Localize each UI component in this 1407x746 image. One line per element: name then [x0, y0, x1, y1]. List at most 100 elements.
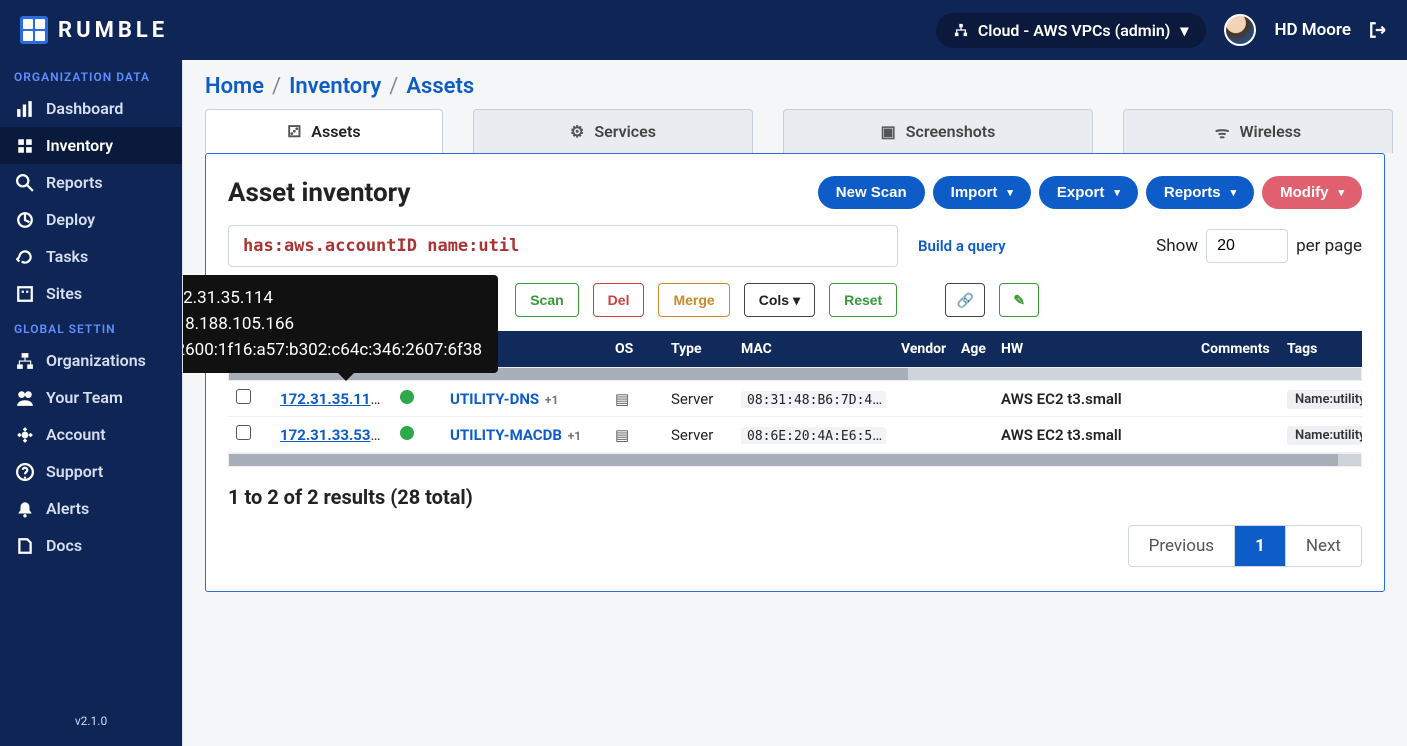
main-content: Home/Inventory/Assets ⚂Assets ⚙ Services ▣S…	[182, 60, 1407, 746]
sidebar-item-label: Your Team	[46, 388, 123, 407]
server-icon: ▤	[615, 390, 629, 408]
th-tags[interactable]: Tags	[1279, 341, 1362, 357]
tab-wireless[interactable]: ᯤWireless	[1123, 109, 1393, 153]
sidebar-item-alerts[interactable]: Alerts	[0, 490, 182, 527]
org-switcher-label: Cloud - AWS VPCs (admin)	[978, 21, 1171, 40]
asset-name-link[interactable]: UTILITY-DNS	[450, 390, 539, 408]
page-title: Asset inventory	[228, 178, 411, 208]
export-button[interactable]: Export	[1039, 176, 1138, 209]
new-scan-button[interactable]: New Scan	[818, 176, 925, 209]
table-row[interactable]: 172.31.33.53 +2UTILITY-MACDB +1▤Server08…	[228, 417, 1362, 453]
sidebar-item-sites[interactable]: Sites	[0, 275, 182, 312]
asset-type: Server	[663, 390, 733, 408]
th-hw[interactable]: HW	[993, 341, 1193, 357]
ip-extra-count: +2	[385, 393, 392, 407]
th-os[interactable]: OS	[607, 341, 663, 357]
asset-tags: Name:utility-dnsgroup:prod	[1279, 389, 1362, 409]
tooltip-line: 172.31.35.114	[182, 285, 482, 311]
name-extra-count: +1	[545, 393, 558, 407]
th-comments[interactable]: Comments	[1193, 341, 1279, 357]
th-vendor[interactable]: Vendor	[893, 341, 953, 357]
tab-assets[interactable]: ⚂Assets	[205, 109, 443, 153]
breadcrumb-home[interactable]: Home	[205, 74, 264, 99]
docs-icon	[16, 537, 34, 555]
breadcrumb: Home/Inventory/Assets	[183, 60, 1407, 101]
row-checkbox[interactable]	[236, 389, 251, 404]
avatar[interactable]	[1224, 14, 1256, 46]
sidebar-item-deploy[interactable]: Deploy	[0, 201, 182, 238]
tab-label: Wireless	[1239, 122, 1301, 141]
asset-name-link[interactable]: UTILITY-MACDB	[450, 426, 562, 444]
sidebar-item-inventory[interactable]: Inventory	[0, 127, 182, 164]
app-logo[interactable]: RUMBLE	[20, 16, 168, 44]
gears-icon: ⚙	[570, 122, 584, 141]
th-age[interactable]: Age	[953, 341, 993, 357]
app-version: v2.1.0	[0, 696, 182, 746]
page-next[interactable]: Next	[1286, 526, 1361, 566]
edit-icon-button[interactable]: ✎	[999, 283, 1039, 317]
sidebar-item-label: Tasks	[46, 247, 88, 266]
app-name: RUMBLE	[58, 18, 168, 43]
sidebar-item-label: Deploy	[46, 210, 95, 229]
asset-ip-link[interactable]: 172.31.35.114	[280, 390, 381, 408]
asset-hw: AWS EC2 t3.small	[993, 426, 1193, 444]
cols-button[interactable]: Cols ▾	[744, 283, 815, 317]
tab-label: Services	[594, 122, 656, 141]
sidebar-item-tasks[interactable]: Tasks	[0, 238, 182, 275]
alerts-icon	[16, 500, 34, 518]
sidebar-item-label: Support	[46, 462, 103, 481]
sitemap-icon	[954, 23, 968, 37]
asset-type: Server	[663, 426, 733, 444]
link-icon-button[interactable]: 🔗	[945, 283, 985, 317]
sidebar-item-account[interactable]: Account	[0, 416, 182, 453]
import-button[interactable]: Import	[933, 176, 1031, 209]
signout-icon[interactable]	[1369, 21, 1387, 39]
modify-button[interactable]: Modify	[1262, 176, 1362, 209]
tag[interactable]: Name:utility-...	[1287, 426, 1362, 445]
team-icon	[16, 389, 34, 407]
page-previous[interactable]: Previous	[1129, 526, 1235, 566]
reset-button[interactable]: Reset	[829, 283, 897, 317]
build-query-link[interactable]: Build a query	[918, 237, 1006, 255]
tab-screenshots[interactable]: ▣Screenshots	[783, 109, 1093, 153]
th-type[interactable]: Type	[663, 341, 733, 357]
h-scrollbar-bottom[interactable]	[228, 453, 1362, 467]
sidebar-item-docs[interactable]: Docs	[0, 527, 182, 564]
del-button[interactable]: Del	[593, 283, 645, 317]
row-checkbox[interactable]	[236, 425, 251, 440]
sidebar-item-label: Organizations	[46, 351, 146, 370]
pagination: Previous 1 Next	[206, 509, 1384, 567]
tab-label: Assets	[311, 122, 360, 141]
sidebar-item-your-team[interactable]: Your Team	[0, 379, 182, 416]
search-input[interactable]	[228, 225, 898, 267]
page-current[interactable]: 1	[1235, 526, 1286, 566]
sidebar-item-label: Account	[46, 425, 106, 444]
tasks-icon	[16, 248, 34, 266]
inventory-icon	[16, 137, 34, 155]
username: HD Moore	[1274, 20, 1351, 40]
th-mac[interactable]: MAC	[733, 341, 893, 357]
reports-button[interactable]: Reports	[1146, 176, 1254, 209]
scan-button[interactable]: Scan	[515, 283, 578, 317]
asset-table: 172.31.35.114 * 18.188.105.166 * 2600:1f…	[228, 331, 1362, 467]
merge-button[interactable]: Merge	[658, 283, 729, 317]
tag[interactable]: Name:utility-dns	[1287, 390, 1362, 409]
sidebar-item-support[interactable]: Support	[0, 453, 182, 490]
sidebar-item-reports[interactable]: Reports	[0, 164, 182, 201]
reports-icon	[16, 174, 34, 192]
sidebar-item-label: Reports	[46, 173, 103, 192]
asset-hw: AWS EC2 t3.small	[993, 390, 1193, 408]
sidebar-item-organizations[interactable]: Organizations	[0, 342, 182, 379]
tab-services[interactable]: ⚙ Services	[473, 109, 753, 153]
org-switcher[interactable]: Cloud - AWS VPCs (admin) ▾	[936, 13, 1207, 48]
table-row[interactable]: 172.31.35.114 +2UTILITY-DNS +1▤Server08:…	[228, 381, 1362, 417]
per-page-input[interactable]	[1206, 229, 1288, 263]
sidebar-item-label: Docs	[46, 536, 82, 555]
status-up-icon	[400, 426, 414, 440]
sidebar-item-dashboard[interactable]: Dashboard	[0, 90, 182, 127]
asset-ip-link[interactable]: 172.31.33.53	[280, 426, 381, 444]
breadcrumb-inventory[interactable]: Inventory	[289, 74, 381, 99]
asset-tags: Name:utility-...app-console:noapp-	[1279, 425, 1362, 445]
results-summary: 1 to 2 of 2 results (28 total)	[206, 467, 1384, 509]
breadcrumb-assets[interactable]: Assets	[406, 74, 474, 99]
